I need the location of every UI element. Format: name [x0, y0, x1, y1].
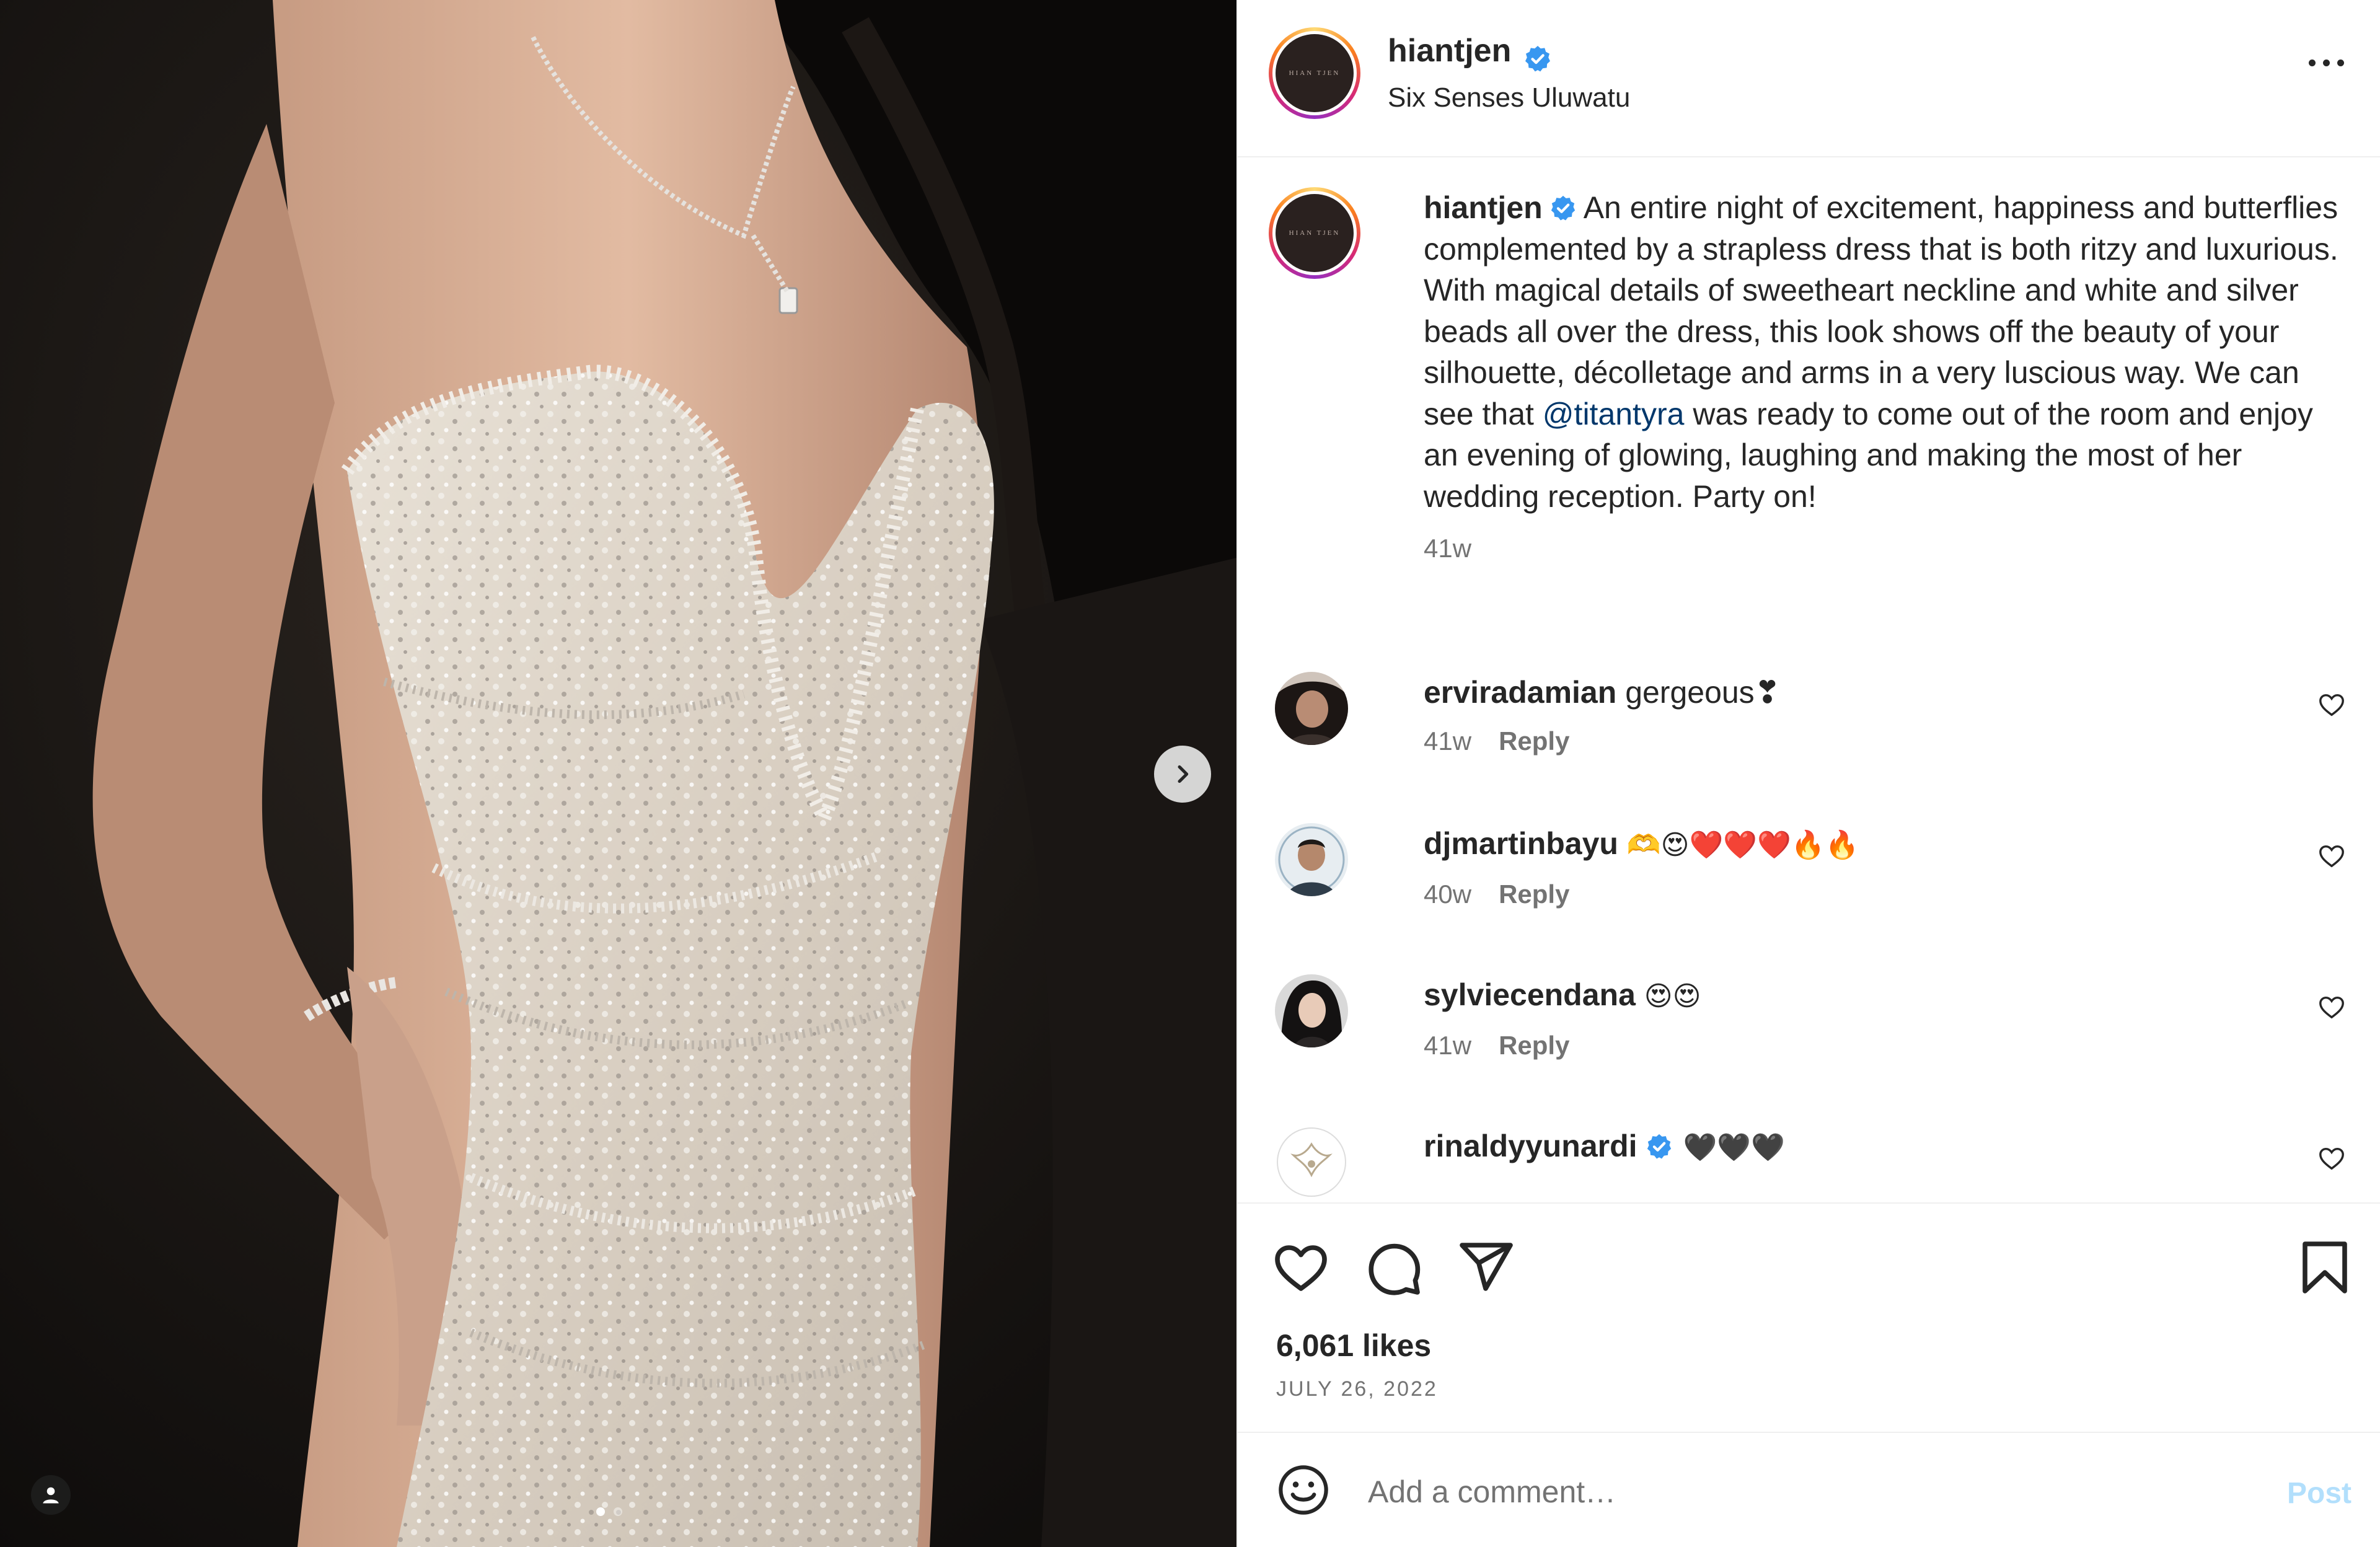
comment-time: 41w — [1424, 726, 1472, 756]
more-options-button[interactable] — [2309, 60, 2344, 66]
heart-icon[interactable] — [2317, 690, 2346, 719]
comment-composer: Post — [1238, 1432, 2380, 1547]
share-send-icon[interactable] — [1456, 1238, 1515, 1297]
comment-text: gergeous❣ — [1625, 675, 1781, 710]
post-header: HIAN TJEN hiantjen Six Senses Uluwatu — [1238, 0, 2380, 157]
comment-username[interactable]: djmartinbayu — [1424, 826, 1618, 861]
comment-input[interactable] — [1368, 1464, 2223, 1520]
like-heart-icon[interactable] — [1271, 1238, 1331, 1297]
commenter-avatar[interactable] — [1275, 974, 1348, 1047]
post-comment-button[interactable]: Post — [2287, 1476, 2351, 1510]
dot-icon — [2337, 60, 2344, 66]
comment-text: 🖤🖤🖤 — [1683, 1132, 1785, 1163]
caption-text: hiantjen An entire night of excitement, … — [1424, 187, 2341, 570]
comment-item: rinaldyyunardi 🖤🖤🖤 — [1269, 1126, 2360, 1201]
comment-time: 40w — [1424, 879, 1472, 909]
comment-bubble-icon[interactable] — [1364, 1238, 1424, 1297]
caption-author-avatar[interactable]: HIAN TJEN — [1269, 187, 1360, 279]
commenter-avatar-photo — [1275, 672, 1348, 745]
comment-item: djmartinbayu 🫶😍❤️❤️❤️🔥🔥 40w Reply — [1269, 823, 2360, 947]
bookmark-icon[interactable] — [2295, 1238, 2355, 1297]
commenter-avatar[interactable] — [1275, 823, 1348, 896]
emoji-smiley-icon[interactable] — [1276, 1463, 1331, 1517]
comment-time: 41w — [1424, 1031, 1472, 1060]
carousel-dots — [596, 1507, 622, 1516]
heart-icon[interactable] — [2317, 842, 2346, 870]
comment-username[interactable]: sylviecendana — [1424, 977, 1636, 1012]
comment-item: sylviecendana 😍😍 41w Reply — [1269, 974, 2360, 1098]
heart-icon[interactable] — [2317, 993, 2346, 1021]
avatar-logo-text: HIAN TJEN — [1276, 34, 1354, 112]
comment-username[interactable]: rinaldyyunardi — [1424, 1129, 1637, 1163]
post-details-panel: HIAN TJEN hiantjen Six Senses Uluwatu HI… — [1236, 0, 2380, 1547]
reply-button[interactable]: Reply — [1499, 1031, 1569, 1060]
post-date: JULY 26, 2022 — [1276, 1377, 1438, 1401]
carousel-dot — [614, 1507, 622, 1516]
person-icon — [43, 1487, 59, 1504]
avatar-logo-text: HIAN TJEN — [1276, 194, 1354, 272]
commenter-avatar-photo — [1275, 1126, 1348, 1199]
comment-item: erviradamian gergeous❣ 41w Reply — [1269, 672, 2360, 796]
dot-icon — [2323, 60, 2330, 66]
tagged-users-button[interactable] — [31, 1475, 71, 1515]
reply-button[interactable]: Reply — [1499, 726, 1569, 756]
verified-badge-icon — [1525, 45, 1550, 72]
post-actions: 6,061 likes JULY 26, 2022 — [1238, 1202, 2380, 1432]
heart-icon[interactable] — [2317, 1144, 2346, 1173]
chevron-right-icon — [1178, 765, 1189, 783]
carousel-dot-active — [596, 1507, 605, 1516]
next-image-button[interactable] — [1154, 746, 1211, 803]
like-count[interactable]: 6,061 likes — [1276, 1328, 1431, 1364]
reply-button[interactable]: Reply — [1499, 879, 1569, 909]
commenter-avatar-photo — [1275, 974, 1348, 1047]
dot-icon — [2309, 60, 2316, 66]
commenter-avatar[interactable] — [1275, 672, 1348, 745]
verified-badge-icon — [1647, 1134, 1671, 1159]
post-location[interactable]: Six Senses Uluwatu — [1388, 82, 1630, 113]
author-username[interactable]: hiantjen — [1388, 33, 1511, 69]
dress-photo-illustration — [0, 0, 1236, 1547]
comment-text: 😍😍 — [1644, 981, 1701, 1012]
caption-time: 41w — [1424, 534, 1472, 563]
comments-list[interactable]: HIAN TJEN hiantjen An entire night of ex… — [1238, 159, 2380, 1201]
caption-username[interactable]: hiantjen — [1424, 190, 1543, 225]
comment-text: 🫶😍❤️❤️❤️🔥🔥 — [1626, 829, 1859, 861]
caption-mention-link[interactable]: @titantyra — [1543, 397, 1685, 431]
caption-body-start: An entire night of excitement, happiness… — [1424, 190, 2338, 431]
verified-badge-icon — [1551, 195, 1575, 221]
author-avatar[interactable]: HIAN TJEN — [1269, 27, 1360, 119]
comment-username[interactable]: erviradamian — [1424, 675, 1616, 710]
commenter-avatar-photo — [1275, 823, 1348, 896]
post-photo[interactable] — [0, 0, 1236, 1547]
commenter-avatar[interactable] — [1275, 1126, 1348, 1199]
